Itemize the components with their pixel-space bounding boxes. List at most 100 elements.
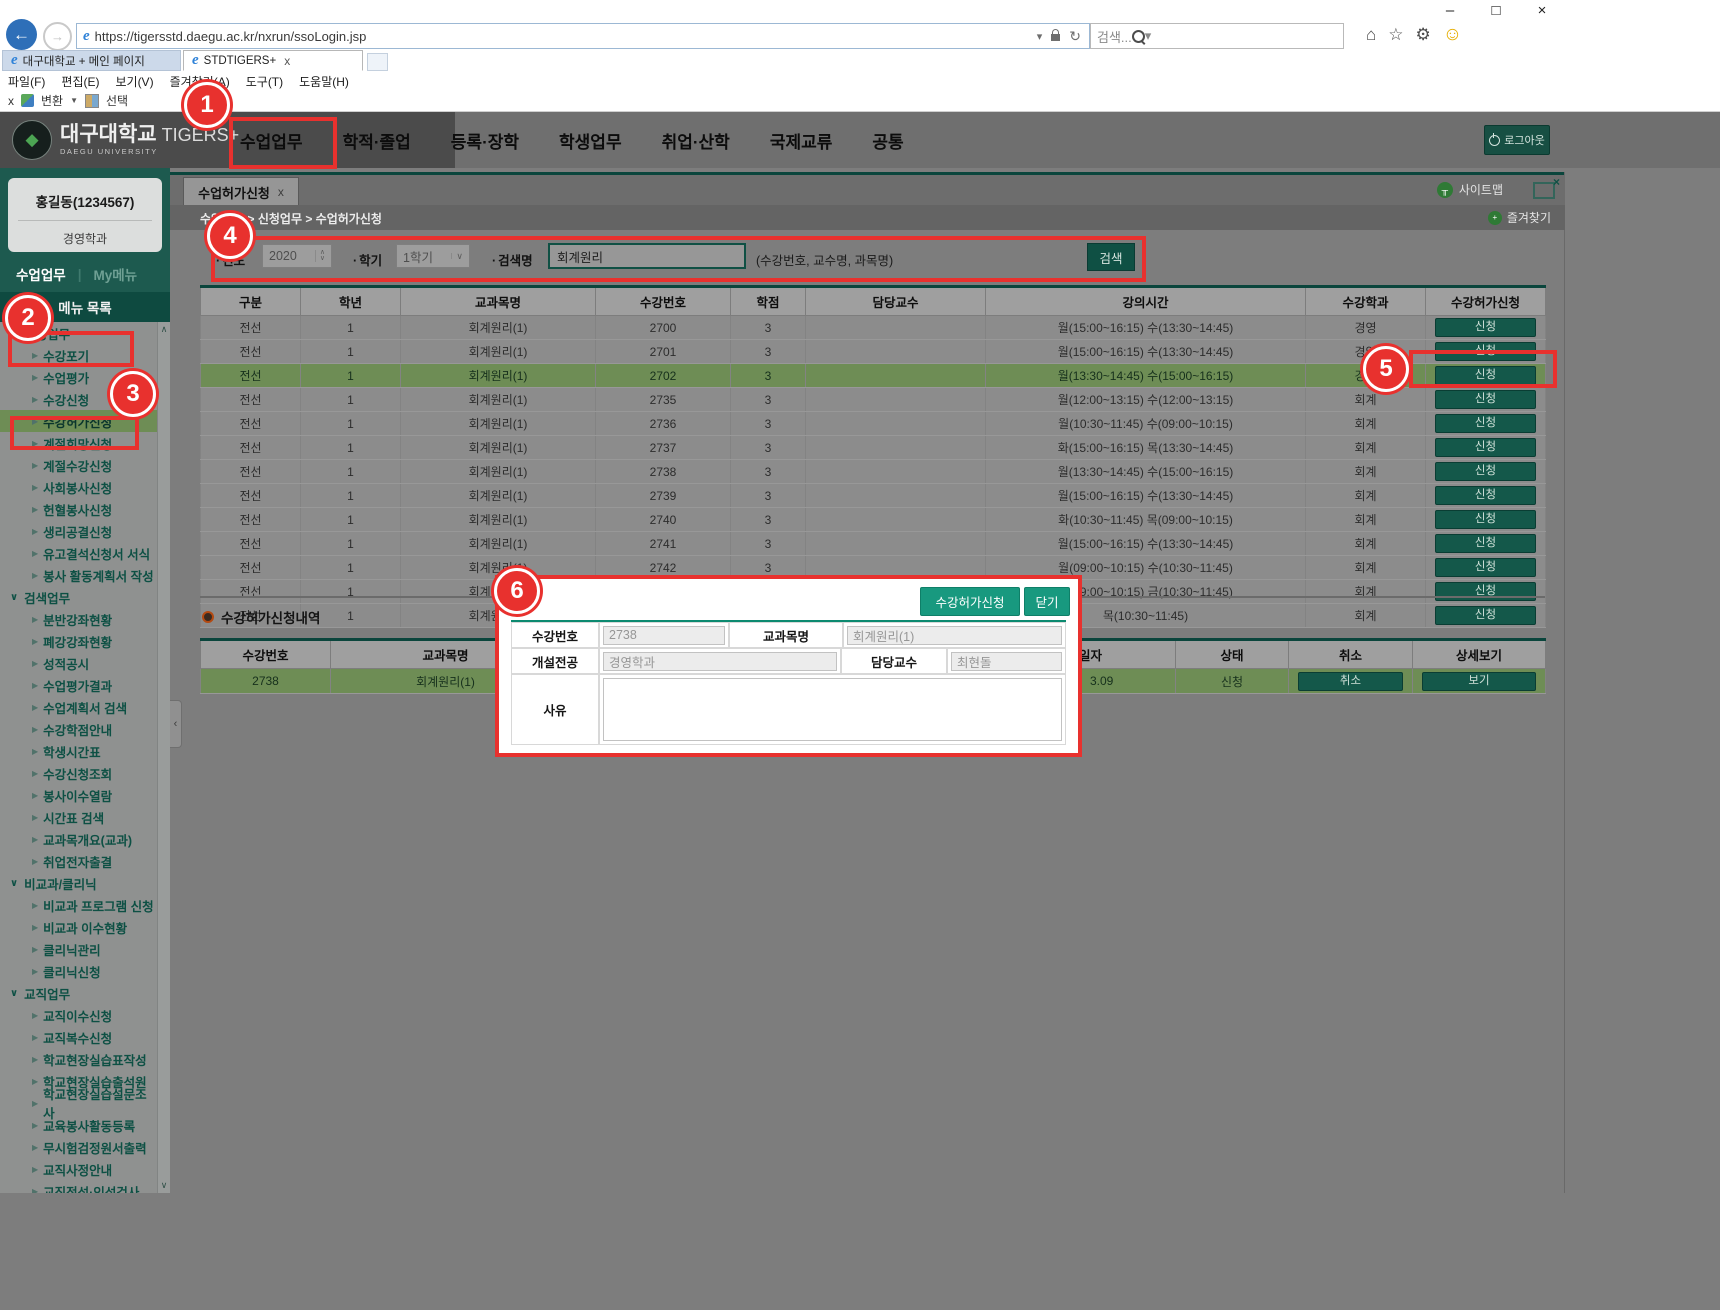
cancel-button[interactable]: 취소 <box>1298 672 1403 691</box>
favorite-link[interactable]: + 즐겨찾기 <box>1488 209 1551 226</box>
browser-search-input[interactable]: 검색... ▾ <box>1090 23 1344 49</box>
chevron-down-icon[interactable]: ▼ <box>70 96 78 105</box>
sidebar-tab-work[interactable]: 수업업무 <box>16 264 66 284</box>
sidebar-item[interactable]: ▶폐강강좌현황 <box>0 630 158 652</box>
menu-item-4[interactable]: 도구(T) <box>246 73 283 90</box>
apply-button[interactable]: 신청 <box>1435 558 1536 577</box>
apply-button[interactable]: 신청 <box>1435 486 1536 505</box>
tab-close-icon[interactable]: x <box>284 54 290 68</box>
sidebar-item[interactable]: ▶비교과 프로그램 신청 <box>0 894 158 916</box>
home-icon[interactable]: ⌂ <box>1366 25 1376 45</box>
sidebar-item[interactable]: ▶봉사이수열람 <box>0 784 158 806</box>
menu-item-2[interactable]: 보기(V) <box>115 73 153 90</box>
app-logo[interactable]: 대구대학교TIGERS+ DAEGU UNIVERSITY <box>60 124 239 156</box>
sidebar-item[interactable]: ▶수강학점안내 <box>0 718 158 740</box>
menu-item-0[interactable]: 파일(F) <box>8 73 45 90</box>
select-button[interactable]: 선택 <box>106 92 128 109</box>
sitemap-link[interactable]: ╥ 사이트맵 <box>1437 181 1503 198</box>
nav-item-4[interactable]: 취업·산학 <box>662 128 730 153</box>
modal-prof-field[interactable]: 최현돌 <box>951 652 1062 671</box>
nav-item-1[interactable]: 학적·졸업 <box>343 128 411 153</box>
refresh-icon[interactable]: ↻ <box>1069 28 1081 45</box>
sidebar-group[interactable]: ∨검색업무 <box>0 586 158 608</box>
smiley-icon[interactable]: ☺ <box>1443 24 1462 46</box>
sidebar-item[interactable]: ▶유고결석신청서 서식 <box>0 542 158 564</box>
sidebar-item[interactable]: ▶교직이수신청 <box>0 1004 158 1026</box>
modal-major-field[interactable]: 경영학과 <box>603 652 837 671</box>
modal-reason-textarea[interactable] <box>603 678 1062 741</box>
nav-item-3[interactable]: 학생업무 <box>559 128 622 153</box>
browser-tab-main[interactable]: e 대구대학교 + 메인 페이지 <box>2 50 181 71</box>
nav-item-2[interactable]: 등록·장학 <box>451 128 519 153</box>
sidebar-item[interactable]: ▶학생시간표 <box>0 740 158 762</box>
window-popup-icon[interactable] <box>1533 182 1555 199</box>
tab-close-icon[interactable]: x <box>278 185 284 199</box>
apply-button[interactable]: 신청 <box>1435 534 1536 553</box>
apply-button[interactable]: 신청 <box>1435 606 1536 625</box>
modal-code-field[interactable]: 2738 <box>603 626 725 645</box>
sidebar-item[interactable]: ▶비교과 이수현황 <box>0 916 158 938</box>
apply-button[interactable]: 신청 <box>1435 510 1536 529</box>
back-button[interactable]: ← <box>6 19 37 50</box>
modal-close-button[interactable]: 닫기 <box>1024 587 1070 616</box>
menu-item-1[interactable]: 편집(E) <box>61 73 99 90</box>
modal-submit-button[interactable]: 수강허가신청 <box>920 587 1020 616</box>
apply-button[interactable]: 신청 <box>1435 390 1536 409</box>
logout-button[interactable]: 로그아웃 <box>1484 125 1550 155</box>
forward-button[interactable]: → <box>43 22 72 51</box>
content-tab-permission[interactable]: 수업허가신청 x <box>183 177 299 206</box>
sidebar-collapse-handle[interactable]: ‹ <box>170 700 182 748</box>
toolbar-close-icon[interactable]: x <box>8 94 14 108</box>
maximize-button[interactable]: □ <box>1486 2 1506 19</box>
sidebar-item[interactable]: ▶취업전자출결 <box>0 850 158 872</box>
sidebar-item[interactable]: ▶수업계획서 검색 <box>0 696 158 718</box>
sidebar-item[interactable]: ▶교육봉사활동등록 <box>0 1114 158 1136</box>
sidebar-item[interactable]: ▶생리공결신청 <box>0 520 158 542</box>
sidebar-scrollbar[interactable]: ∧ ∨ <box>157 322 170 1193</box>
sidebar-group[interactable]: ∨비교과/클리닉 <box>0 872 158 894</box>
apply-button[interactable]: 신청 <box>1435 438 1536 457</box>
scroll-up-icon[interactable]: ∧ <box>158 324 170 335</box>
sidebar-item[interactable]: ▶봉사 활동계획서 작성 <box>0 564 158 586</box>
sidebar-item[interactable]: ▶교직복수신청 <box>0 1026 158 1048</box>
settings-gear-icon[interactable]: ⚙ <box>1416 25 1431 45</box>
favorites-star-icon[interactable]: ☆ <box>1388 25 1403 45</box>
sidebar-item[interactable]: ▶교직적성·인성검사 <box>0 1180 158 1193</box>
url-dropdown-icon[interactable]: ▾ <box>1037 30 1043 43</box>
sidebar-item[interactable]: ▶클리닉신청 <box>0 960 158 982</box>
apply-button[interactable]: 신청 <box>1435 318 1536 337</box>
address-bar[interactable]: e https://tigersstd.daegu.ac.kr/nxrun/ss… <box>76 23 1090 49</box>
search-dropdown-icon[interactable]: ▾ <box>1145 28 1152 44</box>
sidebar-item[interactable]: ▶클리닉관리 <box>0 938 158 960</box>
new-tab-button[interactable] <box>367 53 388 71</box>
scroll-down-icon[interactable]: ∨ <box>158 1180 170 1191</box>
minimize-button[interactable]: – <box>1440 2 1460 19</box>
apply-button[interactable]: 신청 <box>1435 462 1536 481</box>
sidebar-item[interactable]: ▶수강신청조회 <box>0 762 158 784</box>
nav-item-5[interactable]: 국제교류 <box>770 128 833 153</box>
sidebar-item[interactable]: ▶시간표 검색 <box>0 806 158 828</box>
sidebar-item[interactable]: ▶헌혈봉사신청 <box>0 498 158 520</box>
sidebar-item[interactable]: ▶학교현장실습설문조사 <box>0 1092 158 1114</box>
url-text[interactable]: https://tigersstd.daegu.ac.kr/nxrun/ssoL… <box>95 29 367 44</box>
sidebar-item[interactable]: ▶사회봉사신청 <box>0 476 158 498</box>
nav-item-6[interactable]: 공통 <box>872 128 903 153</box>
sidebar-item[interactable]: ▶무시험검정원서출력 <box>0 1136 158 1158</box>
apply-button[interactable]: 신청 <box>1435 414 1536 433</box>
search-icon[interactable] <box>1132 30 1145 43</box>
sidebar-item[interactable]: ▶성적공시 <box>0 652 158 674</box>
apply-button[interactable]: 신청 <box>1435 582 1536 601</box>
menu-item-5[interactable]: 도움말(H) <box>299 73 349 90</box>
sidebar-item[interactable]: ▶계절수강신청 <box>0 454 158 476</box>
sidebar-item[interactable]: ▶교과목개요(교과) <box>0 828 158 850</box>
sidebar-tab-mymenu[interactable]: My메뉴 <box>93 264 137 284</box>
close-button[interactable]: × <box>1532 2 1552 19</box>
browser-tab-stdtigers[interactable]: e STDTIGERS+ x <box>183 50 363 71</box>
sidebar-item[interactable]: ▶수업평가결과 <box>0 674 158 696</box>
modal-course-field[interactable]: 회계원리(1) <box>847 626 1062 645</box>
sidebar-item[interactable]: ▶분반강좌현황 <box>0 608 158 630</box>
sidebar-group[interactable]: ∨교직업무 <box>0 982 158 1004</box>
convert-button[interactable]: 변환 <box>41 92 63 109</box>
view-button[interactable]: 보기 <box>1422 672 1536 691</box>
sidebar-item[interactable]: ▶교직사정안내 <box>0 1158 158 1180</box>
